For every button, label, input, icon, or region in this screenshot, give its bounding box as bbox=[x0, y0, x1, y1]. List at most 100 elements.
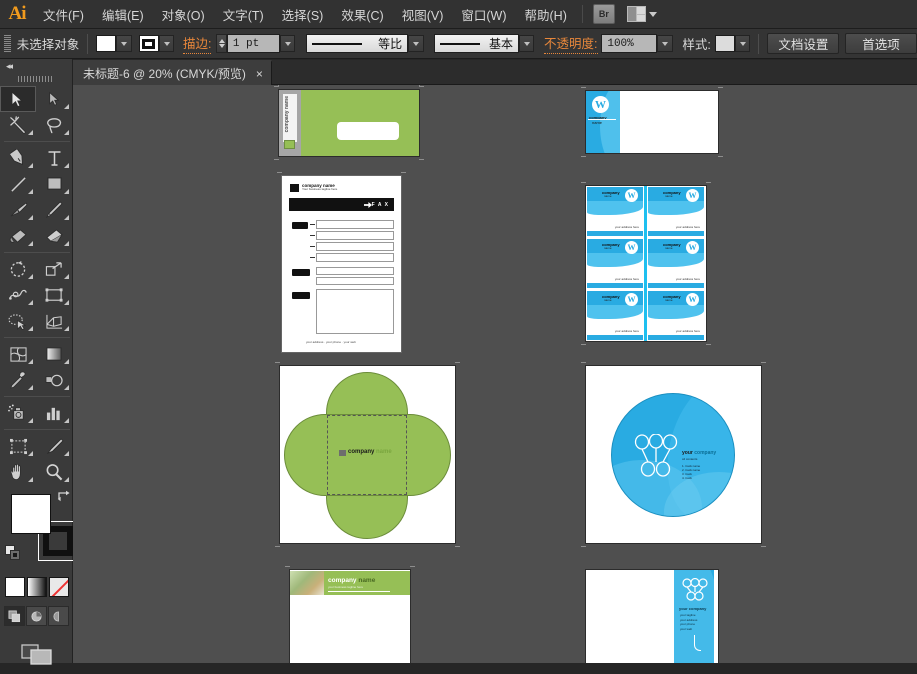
opacity-input[interactable]: 100% bbox=[601, 34, 658, 53]
symbol-sprayer-tool[interactable] bbox=[0, 400, 36, 426]
gradient-button[interactable] bbox=[26, 577, 47, 597]
eraser-tool[interactable] bbox=[36, 223, 72, 249]
preferences-button[interactable]: 首选项 bbox=[845, 33, 917, 54]
gradient-tool[interactable] bbox=[36, 341, 72, 367]
direct-selection-tool[interactable] bbox=[36, 86, 72, 112]
hand-icon bbox=[10, 463, 21, 480]
menu-select[interactable]: 选择(S) bbox=[273, 1, 333, 28]
brush-definition-select[interactable]: 基本 bbox=[434, 34, 519, 53]
stroke-weight-dropdown[interactable] bbox=[279, 35, 296, 52]
draw-behind-button[interactable] bbox=[26, 606, 47, 626]
menu-window[interactable]: 窗口(W) bbox=[452, 1, 515, 28]
fill-color-swatch[interactable] bbox=[96, 35, 117, 52]
eyedropper-tool[interactable] bbox=[0, 367, 36, 393]
width-tool[interactable] bbox=[0, 282, 36, 308]
artboard-fax-cover-letterhead[interactable]: company name Your business tagline here … bbox=[277, 172, 406, 353]
bridge-icon[interactable]: Br bbox=[592, 4, 615, 24]
mesh-tool[interactable] bbox=[0, 341, 36, 367]
crop-mark bbox=[581, 156, 586, 157]
default-fill-stroke-icon[interactable] bbox=[5, 545, 21, 561]
color-button[interactable] bbox=[4, 577, 25, 597]
swap-fill-stroke-icon[interactable] bbox=[57, 490, 71, 502]
stroke-weight-input[interactable]: 1 pt bbox=[226, 34, 280, 53]
graphic-style-swatch[interactable] bbox=[714, 35, 735, 52]
menu-object[interactable]: 对象(O) bbox=[153, 1, 214, 28]
menu-effect[interactable]: 效果(C) bbox=[332, 1, 392, 28]
scale-tool[interactable] bbox=[36, 256, 72, 282]
cd-text-block: your company cd contents 1. track name 2… bbox=[682, 450, 717, 480]
rotate-tool[interactable] bbox=[0, 256, 36, 282]
paintbrush-icon bbox=[10, 201, 28, 217]
lasso-tool[interactable] bbox=[36, 112, 72, 138]
stroke-swatch-dropdown[interactable] bbox=[158, 35, 175, 52]
folder-brand: company name bbox=[348, 449, 392, 455]
artboard-blue-bookmark[interactable]: your company your tagline your address you… bbox=[585, 569, 719, 663]
fax-field-line bbox=[316, 267, 394, 275]
artboard-tool[interactable] bbox=[0, 433, 36, 459]
change-screen-mode-button[interactable] bbox=[0, 636, 73, 674]
document-setup-button[interactable]: 文档设置 bbox=[767, 33, 840, 54]
options-bar-grip[interactable] bbox=[4, 35, 11, 52]
menu-type[interactable]: 文字(T) bbox=[214, 1, 273, 28]
magnifier-icon bbox=[46, 464, 63, 481]
magic-wand-tool[interactable] bbox=[0, 112, 36, 138]
stroke-profile-select[interactable]: 等比 bbox=[305, 34, 409, 53]
menu-help[interactable]: 帮助(H) bbox=[516, 1, 576, 28]
brush-definition-dropdown[interactable] bbox=[518, 35, 535, 52]
shape-builder-tool[interactable] bbox=[0, 308, 36, 334]
letterhead-rule bbox=[328, 591, 390, 592]
chevron-down-icon bbox=[121, 41, 128, 46]
zoom-tool[interactable] bbox=[36, 459, 72, 485]
close-icon[interactable]: × bbox=[256, 68, 263, 80]
menu-edit[interactable]: 编辑(E) bbox=[93, 1, 153, 28]
blue-card: W company name your address here bbox=[648, 291, 704, 340]
type-tool[interactable] bbox=[36, 145, 72, 171]
collapse-panel-icon[interactable]: ◂◂ bbox=[6, 61, 13, 72]
draw-inside-button[interactable] bbox=[48, 606, 69, 626]
stroke-color-swatch[interactable] bbox=[138, 35, 159, 52]
stroke-weight-stepper[interactable] bbox=[216, 34, 227, 53]
artboard-green-letterhead[interactable]: company name your business tagline here bbox=[285, 566, 415, 663]
pen-tool[interactable] bbox=[0, 145, 36, 171]
green-flap-address-box bbox=[337, 122, 399, 140]
artboard-blue-envelope[interactable]: W company name bbox=[581, 87, 723, 157]
hand-tool[interactable] bbox=[0, 459, 36, 485]
perspective-grid-tool[interactable] bbox=[36, 308, 72, 334]
column-graph-tool[interactable] bbox=[36, 400, 72, 426]
artboard-green-die-cut-folder[interactable]: company name bbox=[275, 362, 460, 547]
artboard-blue-business-cards[interactable]: W company name your address here W compa… bbox=[581, 182, 711, 345]
pencil-tool[interactable] bbox=[36, 197, 72, 223]
paint-mode-row bbox=[0, 577, 73, 601]
draw-normal-button[interactable] bbox=[4, 606, 25, 626]
free-transform-tool[interactable] bbox=[36, 282, 72, 308]
artboard-green-envelope-flap[interactable]: company name bbox=[274, 85, 424, 160]
graphic-style-dropdown[interactable] bbox=[734, 35, 751, 52]
none-button[interactable] bbox=[48, 577, 69, 597]
card-guide-v bbox=[644, 186, 647, 341]
opacity-label[interactable]: 不透明度: bbox=[544, 33, 598, 54]
document-tab-bar: 未标题-6 @ 20% (CMYK/预览) × bbox=[73, 60, 917, 85]
document-canvas[interactable]: company name W company name company name… bbox=[73, 85, 917, 663]
menu-view[interactable]: 视图(V) bbox=[393, 1, 453, 28]
slice-tool[interactable] bbox=[36, 433, 72, 459]
arrange-documents-button[interactable] bbox=[626, 6, 657, 22]
crop-mark bbox=[718, 156, 723, 157]
menu-file[interactable]: 文件(F) bbox=[34, 1, 93, 28]
card-logo: W bbox=[625, 241, 638, 254]
document-tab[interactable]: 未标题-6 @ 20% (CMYK/预览) × bbox=[73, 60, 272, 85]
artboard-blue-cd-label[interactable]: your company cd contents 1. track name 2… bbox=[581, 362, 766, 547]
tools-divider-3 bbox=[3, 337, 70, 338]
rectangle-tool[interactable] bbox=[36, 171, 72, 197]
line-segment-tool[interactable] bbox=[0, 171, 36, 197]
stroke-weight-label[interactable]: 描边: bbox=[182, 33, 212, 54]
fill-swatch-dropdown[interactable] bbox=[116, 35, 132, 52]
opacity-dropdown[interactable] bbox=[657, 35, 673, 52]
selection-tool[interactable] bbox=[0, 86, 36, 112]
letterhead-brand: company name bbox=[328, 577, 375, 584]
fill-color-box[interactable] bbox=[11, 494, 51, 534]
blend-tool[interactable] bbox=[36, 367, 72, 393]
blob-brush-tool[interactable] bbox=[0, 223, 36, 249]
paintbrush-tool[interactable] bbox=[0, 197, 36, 223]
tools-panel-grip[interactable] bbox=[18, 76, 54, 82]
stroke-profile-dropdown[interactable] bbox=[408, 35, 424, 52]
